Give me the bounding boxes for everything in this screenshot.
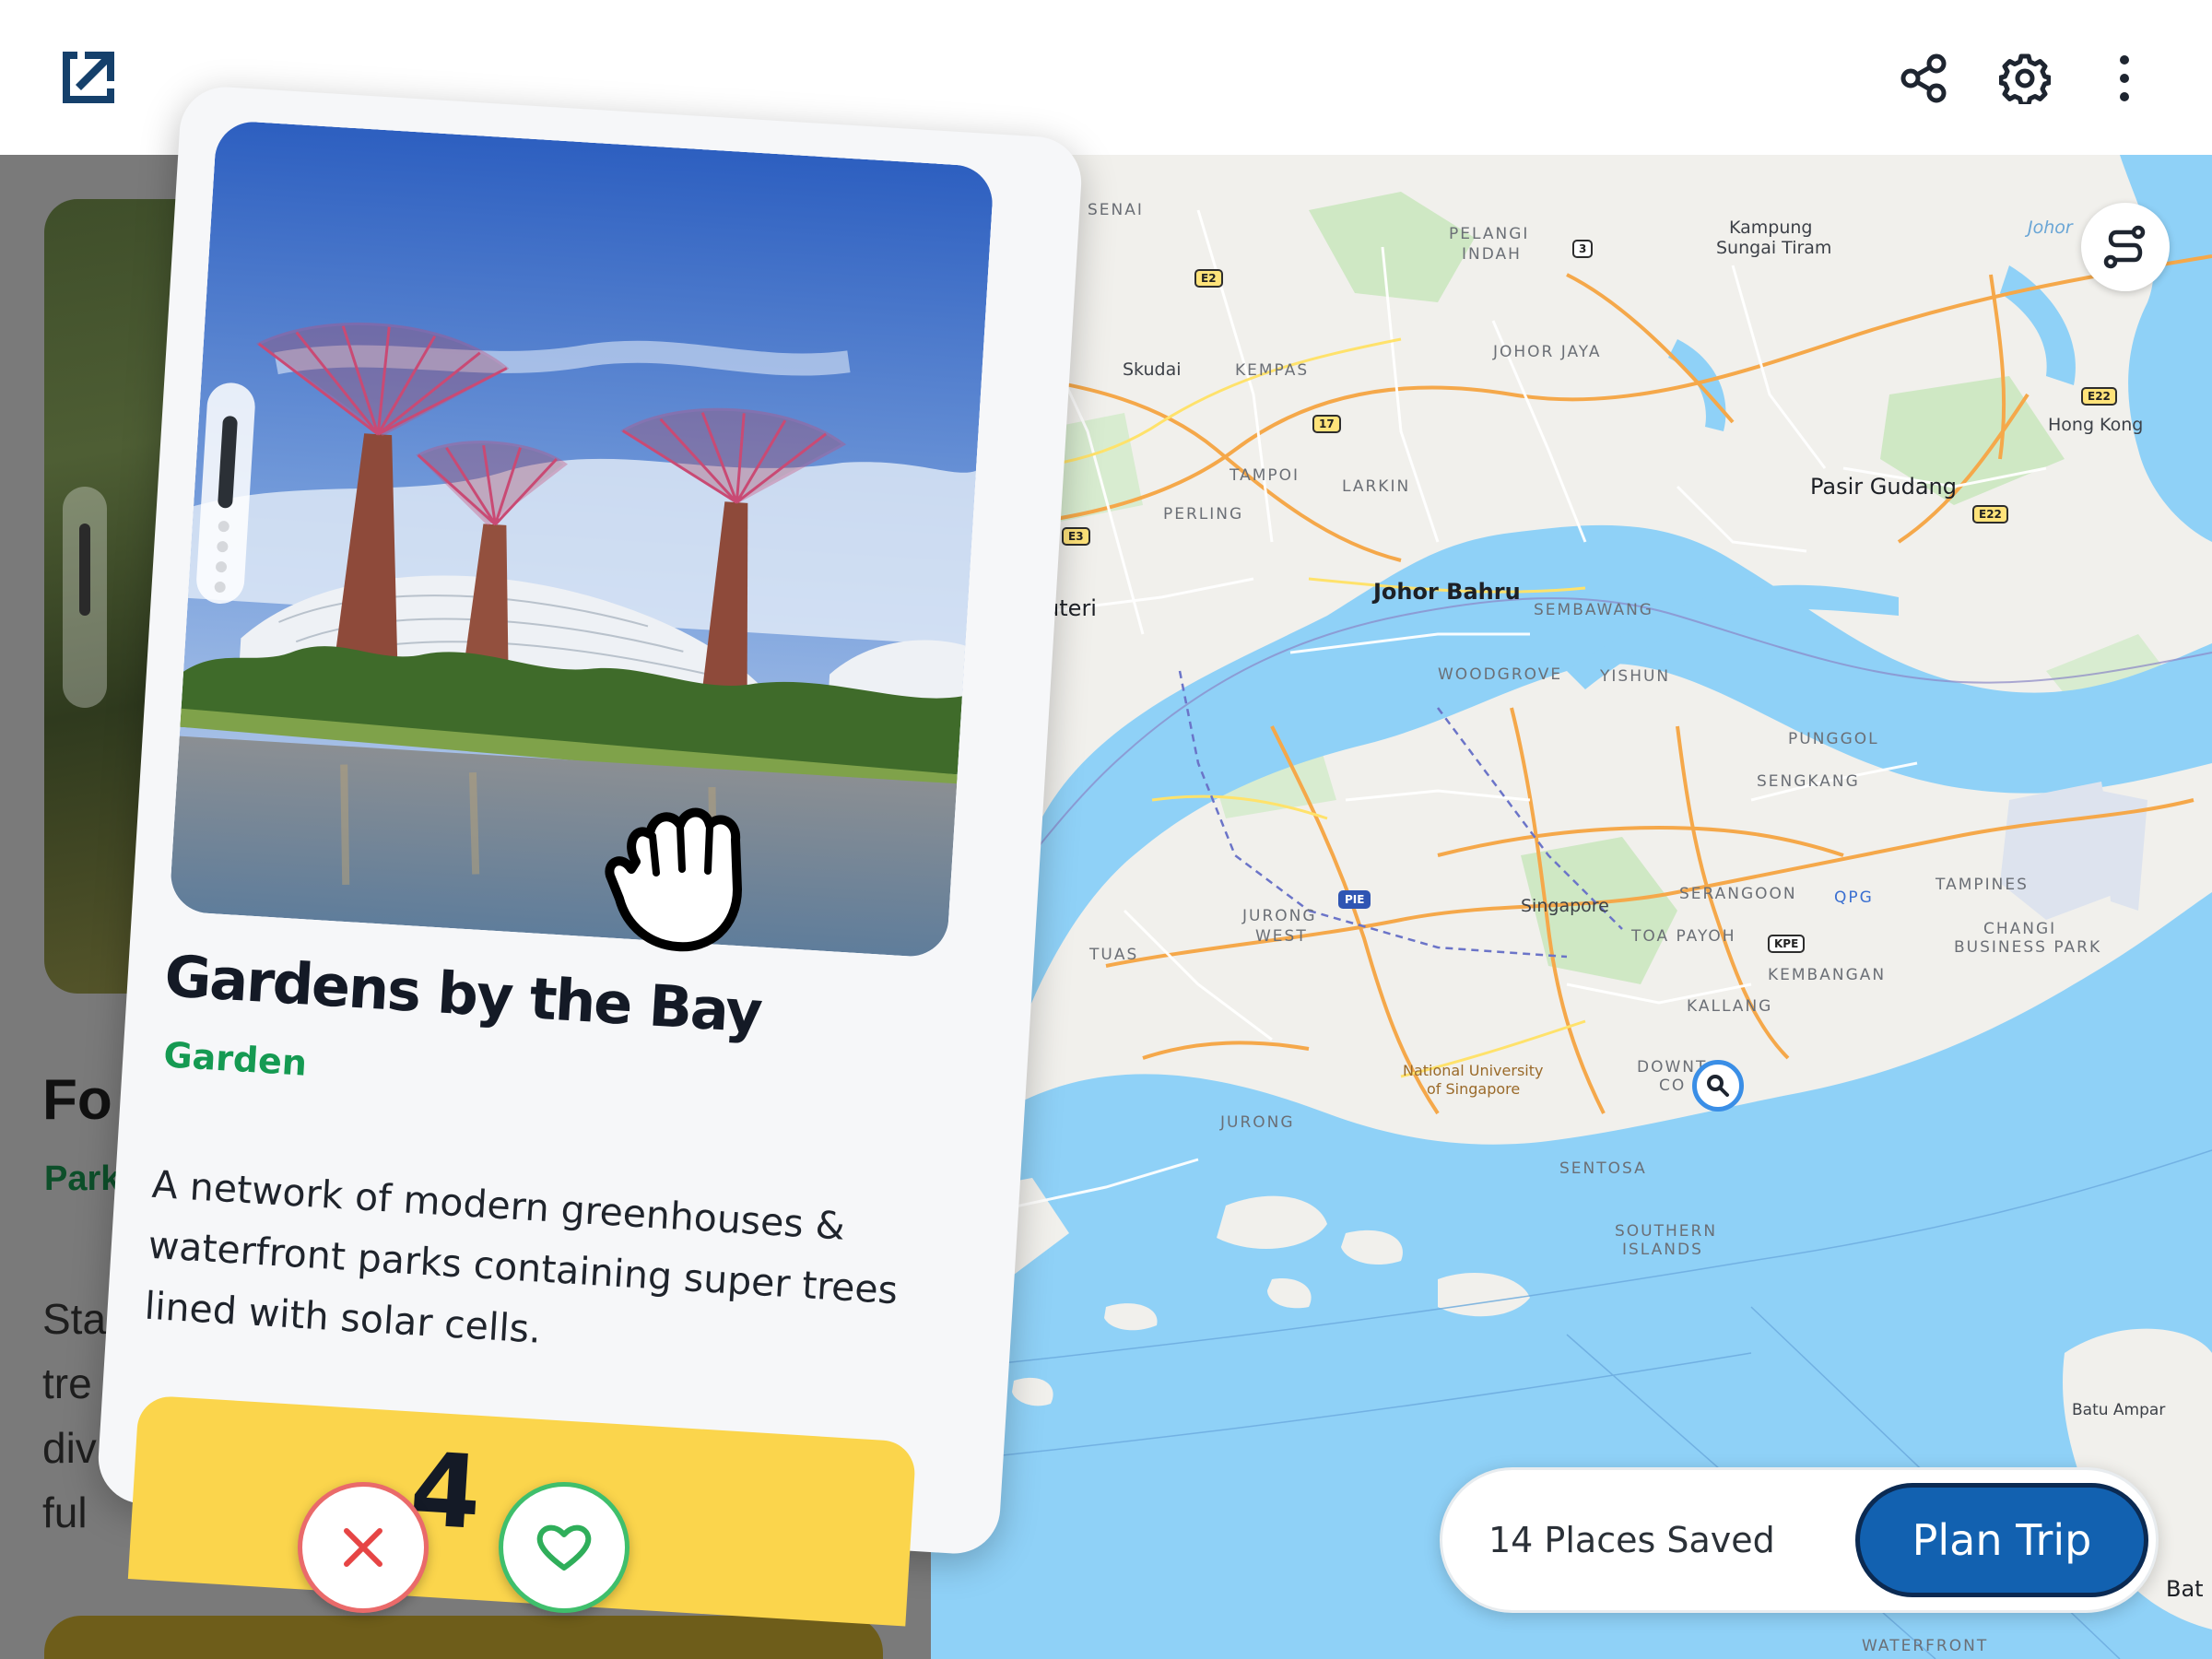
- map-label: SEMBAWANG: [1534, 601, 1653, 619]
- route-icon[interactable]: [2081, 203, 2170, 291]
- road-shield: PIE: [1338, 890, 1371, 909]
- map-label: JURONG: [1242, 907, 1317, 925]
- place-category: Garden: [162, 1034, 309, 1084]
- map-label: CHANGI: [1983, 920, 2057, 938]
- map-label: National University: [1403, 1062, 1544, 1079]
- road-shield: E2: [1194, 269, 1223, 288]
- map-label: KEMPAS: [1235, 361, 1310, 380]
- road-shield: 17: [1312, 415, 1341, 433]
- map-label: ISLANDS: [1622, 1241, 1703, 1259]
- place-card[interactable]: Gardens by the Bay Garden A network of m…: [95, 84, 1085, 1627]
- background-card-button: [44, 1616, 883, 1659]
- map-label: Batu Ampar: [2072, 1401, 2166, 1419]
- map-label: Johor Bahru: [1373, 579, 1521, 605]
- map-label: SENGKANG: [1757, 772, 1860, 791]
- map-label: CO: [1659, 1077, 1687, 1095]
- background-card-title: Fo: [42, 1068, 112, 1132]
- map-label: LARKIN: [1342, 477, 1411, 496]
- map-label: TUAS: [1089, 946, 1139, 964]
- road-shield: E3: [1062, 527, 1090, 546]
- map-label: PERLING: [1163, 505, 1244, 524]
- map-label: KALLANG: [1687, 997, 1773, 1016]
- more-vertical-icon[interactable]: [2092, 46, 2157, 111]
- map-label: SENAI: [1088, 201, 1144, 219]
- map-label: WATERFRONT: [1862, 1637, 1989, 1655]
- map-label: TOA PAYOH: [1631, 927, 1736, 946]
- map-label: TAMPOI: [1230, 466, 1300, 485]
- map-label: WEST: [1255, 927, 1308, 946]
- road-shield: KPE: [1768, 935, 1806, 953]
- road-shield: E22: [1972, 505, 2008, 524]
- close-icon: [344, 1528, 382, 1567]
- place-image: [169, 119, 995, 959]
- road-shield: 3: [1572, 240, 1594, 258]
- open-external-icon[interactable]: [59, 48, 118, 107]
- map-label: Pasir Gudang: [1810, 474, 1957, 500]
- road-shield: E22: [2081, 387, 2117, 406]
- plan-trip-button[interactable]: Plan Trip: [1855, 1483, 2148, 1597]
- map-label: INDAH: [1462, 245, 1522, 264]
- map-label: TAMPINES: [1936, 876, 2029, 894]
- saved-places-bar: 14 Places Saved Plan Trip: [1440, 1467, 2159, 1613]
- place-description: A network of modern greenhouses & waterf…: [143, 1161, 900, 1352]
- map-label: YISHUN: [1600, 667, 1671, 686]
- heart-icon: [536, 1524, 592, 1571]
- reject-button[interactable]: [298, 1482, 429, 1613]
- share-icon[interactable]: [1892, 46, 1957, 111]
- map-label: PELANGI: [1449, 225, 1530, 243]
- drag-handle[interactable]: [63, 487, 107, 708]
- map-label: Singapore: [1521, 896, 1609, 916]
- grab-hand-icon: [599, 788, 760, 959]
- like-button[interactable]: [499, 1482, 629, 1613]
- background-card-category: Park: [44, 1159, 121, 1198]
- map-label: QPG: [1834, 888, 1874, 907]
- map-label: JOHOR JAYA: [1493, 343, 1602, 361]
- map-label: Hong Kong: [2048, 415, 2144, 435]
- map-label: Bat: [2166, 1576, 2204, 1602]
- map-label: Skudai: [1123, 359, 1182, 380]
- search-icon[interactable]: [1692, 1060, 1744, 1112]
- map-label: of Singapore: [1427, 1080, 1521, 1098]
- gear-icon[interactable]: [1993, 46, 2057, 111]
- map-label: Sungai Tiram: [1716, 238, 1832, 258]
- map-label: SENTOSA: [1559, 1159, 1647, 1178]
- map-label: SERANGOON: [1679, 885, 1797, 903]
- map-label: BUSINESS PARK: [1954, 938, 2102, 957]
- map-label: Kampung: [1729, 218, 1813, 238]
- map-view[interactable]: SENAI PELANGI INDAH Kampung Sungai Tiram…: [922, 155, 2212, 1659]
- map-label: WOODGROVE: [1438, 665, 1563, 684]
- map-label: KEMBANGAN: [1768, 966, 1887, 984]
- map-label: PUNGGOL: [1788, 730, 1879, 748]
- saved-count: 14 Places Saved: [1488, 1520, 1775, 1560]
- map-label: Johor: [2028, 218, 2073, 238]
- map-label: JURONG: [1220, 1113, 1295, 1132]
- map-label: SOUTHERN: [1615, 1222, 1718, 1241]
